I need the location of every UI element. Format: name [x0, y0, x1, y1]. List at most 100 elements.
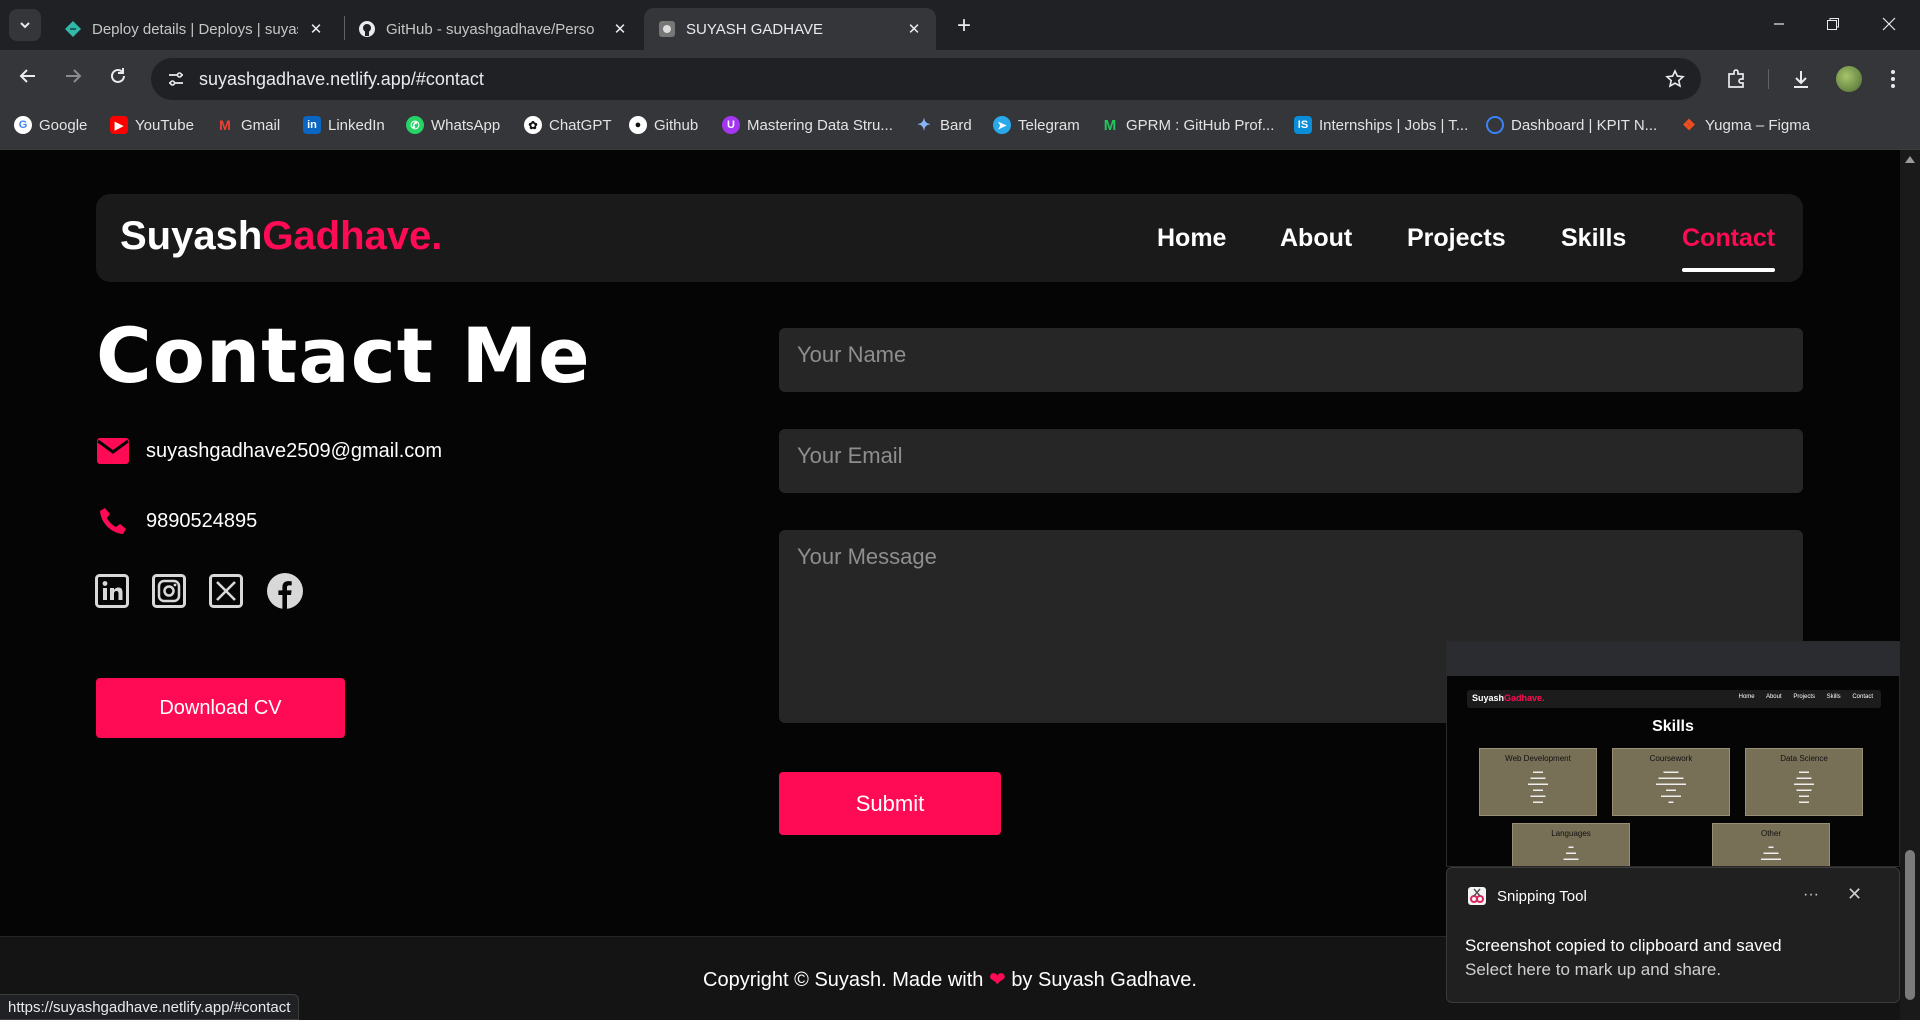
snip-preview-card: Web Development ▬▬ ▬▬▬ ▬▬▬▬ ▬▬ ▬▬▬ ▬▬: [1479, 748, 1597, 816]
scrollbar-thumb[interactable]: [1905, 850, 1915, 1000]
brand-second: Gadhave.: [262, 214, 443, 258]
bookmark-gprm[interactable]: M GPRM : GitHub Prof...: [1101, 114, 1275, 136]
bookmark-yugma-figma[interactable]: ❖ Yugma – Figma: [1680, 114, 1810, 136]
linkedin-icon[interactable]: [93, 572, 131, 610]
url-text: suyashgadhave.netlify.app/#contact: [199, 68, 484, 89]
close-icon[interactable]: ✕: [306, 19, 326, 39]
new-tab-button[interactable]: +: [950, 12, 978, 40]
snip-preview-thumbnail[interactable]: SuyashGadhave. Home About Projects Skill…: [1446, 641, 1900, 867]
chevron-down-icon: [20, 22, 30, 29]
tab-deploy-details[interactable]: Deploy details | Deploys | suyas ✕: [50, 8, 338, 50]
tab-github[interactable]: GitHub - suyashgadhave/Perso ✕: [344, 8, 642, 50]
snip-preview-browser-chrome: [1447, 642, 1899, 676]
bookmark-label: ChatGPT: [549, 116, 612, 134]
download-cv-button[interactable]: Download CV: [96, 678, 345, 738]
reload-button[interactable]: [103, 61, 133, 91]
name-input[interactable]: Your Name: [779, 328, 1803, 392]
nav-about[interactable]: About: [1280, 224, 1352, 253]
kebab-menu-icon[interactable]: [1880, 66, 1906, 92]
minimize-button[interactable]: [1756, 8, 1802, 40]
netlify-icon: [64, 20, 82, 38]
telegram-icon: ➤: [993, 116, 1011, 134]
close-icon[interactable]: ✕: [904, 19, 924, 39]
nav-home[interactable]: Home: [1157, 224, 1226, 253]
bookmark-label: Yugma – Figma: [1705, 116, 1811, 134]
internshala-icon: IS: [1294, 116, 1312, 134]
udemy-icon: U: [722, 116, 740, 134]
instagram-icon[interactable]: [150, 572, 188, 610]
tab-title: Deploy details | Deploys | suyas: [92, 20, 298, 38]
bookmark-telegram[interactable]: ➤ Telegram: [993, 114, 1080, 136]
bookmark-label: YouTube: [135, 116, 194, 134]
submit-button[interactable]: Submit: [779, 772, 1001, 835]
bookmark-label: Github: [654, 116, 699, 134]
site-logo[interactable]: SuyashGadhave.: [120, 214, 442, 259]
close-icon: [1882, 17, 1896, 31]
phone-text[interactable]: 9890524895: [146, 510, 257, 533]
scroll-up-arrow-icon[interactable]: [1905, 156, 1915, 163]
site-settings-icon[interactable]: [165, 68, 187, 90]
snip-preview-title: Skills: [1652, 718, 1694, 735]
contact-title: Contact Me: [96, 311, 591, 400]
bookmark-bard[interactable]: ✦ Bard: [915, 114, 971, 136]
snip-preview-card: Languages ▬ ▬▬ ▬▬▬: [1512, 823, 1630, 866]
back-button[interactable]: [13, 61, 43, 91]
tab-suyash-gadhave[interactable]: SUYASH GADHAVE ✕: [644, 8, 936, 50]
link-status-bar: https://suyashgadhave.netlify.app/#conta…: [0, 994, 300, 1020]
extensions-icon[interactable]: [1723, 66, 1749, 92]
chatgpt-icon: ✿: [524, 116, 542, 134]
page-scrollbar[interactable]: [1900, 150, 1920, 1020]
phone-row: 9890524895: [96, 504, 257, 538]
bookmark-internships[interactable]: IS Internships | Jobs | T...: [1294, 114, 1468, 136]
gprm-icon: M: [1103, 116, 1117, 134]
bookmark-google[interactable]: G Google: [14, 114, 87, 136]
envelope-icon: [96, 434, 130, 468]
profile-avatar[interactable]: [1836, 66, 1862, 92]
bookmark-mastering-data-structures[interactable]: U Mastering Data Stru...: [722, 114, 893, 136]
snip-preview-card: Coursework ▬▬▬ ▬▬▬▬▬ ▬▬▬▬▬▬ ▬▬ ▬▬▬▬ ▬: [1612, 748, 1730, 816]
snip-preview-navbar: SuyashGadhave. Home About Projects Skill…: [1467, 690, 1881, 708]
snipping-tool-notification[interactable]: Snipping Tool ··· ✕ Screenshot copied to…: [1446, 867, 1900, 1003]
more-options-icon[interactable]: ···: [1803, 886, 1819, 904]
bookmark-linkedin[interactable]: in LinkedIn: [303, 114, 385, 136]
forward-button[interactable]: [58, 61, 88, 91]
figma-icon: ❖: [1682, 117, 1696, 134]
arrow-right-icon: [66, 69, 82, 83]
x-icon[interactable]: [207, 572, 245, 610]
bookmark-star-icon[interactable]: [1665, 69, 1685, 94]
close-icon[interactable]: ✕: [1847, 884, 1862, 905]
snip-preview-card: Data Science ▬▬ ▬▬▬ ▬▬▬▬ ▬▬▬ ▬▬ ▬▬: [1745, 748, 1863, 816]
bookmark-label: Dashboard | KPIT N...: [1511, 116, 1658, 134]
site-navbar: SuyashGadhave. Home About Projects Skill…: [96, 194, 1803, 282]
bookmark-youtube[interactable]: ▶ YouTube: [110, 114, 194, 136]
bookmark-label: Google: [39, 116, 88, 134]
whatsapp-icon: ✆: [406, 116, 424, 134]
bookmark-chatgpt[interactable]: ✿ ChatGPT: [524, 114, 612, 136]
restore-button[interactable]: [1810, 8, 1856, 40]
bookmark-whatsapp[interactable]: ✆ WhatsApp: [406, 114, 500, 136]
bookmark-label: Gmail: [241, 116, 281, 134]
address-bar[interactable]: suyashgadhave.netlify.app/#contact: [151, 58, 1701, 100]
tab-search-button[interactable]: [9, 9, 41, 41]
email-input[interactable]: Your Email: [779, 429, 1803, 493]
close-window-button[interactable]: [1866, 8, 1912, 40]
bookmark-gmail[interactable]: M Gmail: [216, 114, 280, 136]
facebook-icon[interactable]: [266, 572, 304, 610]
restore-icon: [1827, 18, 1839, 30]
nav-contact[interactable]: Contact: [1682, 224, 1775, 253]
snip-preview-card: Other ▬ ▬▬▬ ▬▬▬▬: [1712, 823, 1830, 866]
github-icon: [358, 20, 376, 38]
close-icon[interactable]: ✕: [610, 19, 630, 39]
bookmark-label: WhatsApp: [431, 116, 501, 134]
download-icon[interactable]: [1788, 66, 1814, 92]
email-text[interactable]: suyashgadhave2509@gmail.com: [146, 440, 442, 463]
bookmark-dashboard-kpit[interactable]: Dashboard | KPIT N...: [1486, 114, 1657, 136]
nav-projects[interactable]: Projects: [1407, 224, 1506, 253]
google-icon: G: [14, 116, 32, 134]
bookmark-label: GPRM : GitHub Prof...: [1126, 116, 1275, 134]
bookmark-label: Internships | Jobs | T...: [1319, 116, 1469, 134]
bookmark-label: LinkedIn: [328, 116, 385, 134]
bookmark-github[interactable]: ● Github: [629, 114, 698, 136]
nav-skills[interactable]: Skills: [1561, 224, 1626, 253]
site-icon: [658, 20, 676, 38]
